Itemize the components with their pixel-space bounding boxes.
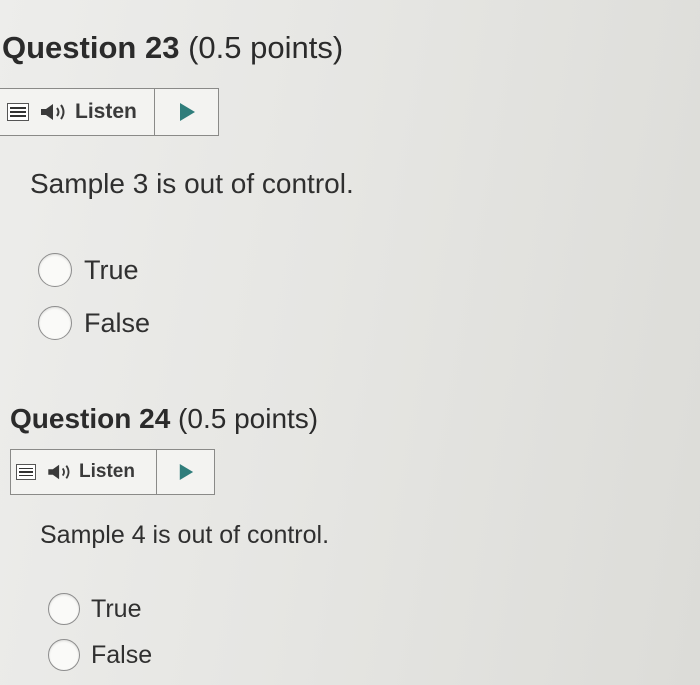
question-24-title: Question 24 (0.5 points) — [10, 403, 318, 435]
option-false[interactable]: False — [38, 306, 150, 340]
option-label: False — [84, 307, 151, 338]
option-true[interactable]: True — [38, 253, 139, 287]
option-label: True — [84, 254, 139, 285]
question-23-title: Question 23 (0.5 points) — [2, 30, 343, 66]
question-prompt: Sample 3 is out of control. — [30, 168, 354, 199]
play-button[interactable] — [154, 89, 218, 135]
listen-toolbar: Listen — [10, 449, 215, 495]
menu-icon[interactable] — [16, 464, 36, 480]
listen-label: Listen — [79, 461, 135, 482]
question-points: (0.5 points) — [178, 403, 319, 434]
listen-button[interactable]: Listen — [39, 89, 137, 135]
option-label: False — [91, 640, 153, 669]
option-label: True — [91, 594, 142, 623]
option-true[interactable]: True — [48, 593, 141, 625]
speaker-icon — [48, 464, 70, 480]
radio-button[interactable] — [38, 253, 72, 287]
speaker-icon — [41, 104, 65, 120]
question-prompt: Sample 4 is out of control. — [40, 521, 330, 549]
listen-button[interactable]: Listen — [46, 450, 135, 494]
question-points: (0.5 points) — [188, 30, 344, 65]
menu-icon[interactable] — [7, 103, 29, 121]
question-number: Question 23 — [2, 30, 180, 65]
radio-button[interactable] — [48, 639, 80, 671]
play-button[interactable] — [156, 450, 214, 494]
play-icon — [179, 464, 193, 480]
radio-button[interactable] — [38, 306, 72, 340]
listen-label: Listen — [75, 100, 137, 123]
radio-button[interactable] — [48, 593, 80, 625]
option-false[interactable]: False — [48, 639, 152, 671]
question-number: Question 24 — [10, 403, 171, 434]
play-icon — [179, 103, 195, 121]
listen-toolbar: Listen — [0, 88, 219, 136]
